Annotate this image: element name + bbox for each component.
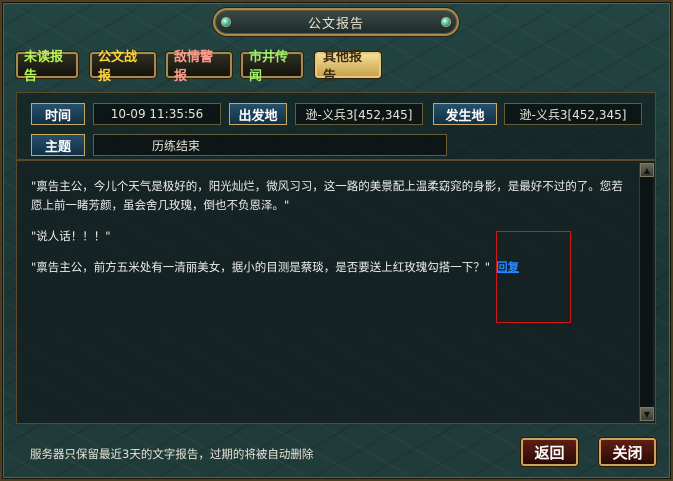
origin-label: 出发地 (229, 103, 287, 125)
time-value: 10-09 11:35:56 (93, 103, 221, 125)
tab-battle-reports[interactable]: 公文战报 (90, 50, 156, 84)
tab-market-rumors[interactable]: 市井传闻 (241, 50, 303, 84)
message-paragraph: "禀告主公，今儿个天气是极好的，阳光灿烂，微风习习，这一路的美景配上温柔窈窕的身… (31, 179, 623, 212)
message-body: "禀告主公，今儿个天气是极好的，阳光灿烂，微风习习，这一路的美景配上温柔窈窕的身… (16, 160, 656, 424)
gem-icon (221, 17, 231, 27)
dest-value: 逊-义兵3[452,345] (504, 103, 642, 125)
dest-label: 发生地 (433, 103, 497, 125)
time-label: 时间 (31, 103, 85, 125)
back-button[interactable]: 返回 (521, 438, 578, 466)
tab-enemy-alerts[interactable]: 敌情警报 (166, 50, 232, 84)
scroll-down-icon[interactable]: ▼ (640, 407, 654, 421)
footer-note: 服务器只保留最近3天的文字报告，过期的将被自动删除 (30, 447, 314, 461)
highlight-box (496, 231, 571, 323)
scrollbar[interactable]: ▲ ▼ (639, 163, 654, 421)
title-plate: 公文报告 (213, 8, 459, 36)
subject-label: 主题 (31, 134, 85, 156)
tab-other-reports[interactable]: 其他报告 (315, 50, 381, 84)
close-button[interactable]: 关闭 (599, 438, 656, 466)
tab-unread-reports[interactable]: 未读报告 (16, 50, 78, 84)
window-title: 公文报告 (307, 16, 364, 32)
message-paragraph-text: "禀告主公，前方五米处有一清丽美女，据小的目测是蔡琰，是否要送上红玫瑰勾搭一下？… (31, 260, 491, 274)
scroll-up-icon[interactable]: ▲ (640, 163, 654, 177)
subject-value: 历练结束 (93, 134, 447, 156)
gem-icon (441, 17, 451, 27)
origin-value: 逊-义兵3[452,345] (295, 103, 423, 125)
report-header: 时间 10-09 11:35:56 出发地 逊-义兵3[452,345] 发生地… (16, 92, 656, 160)
